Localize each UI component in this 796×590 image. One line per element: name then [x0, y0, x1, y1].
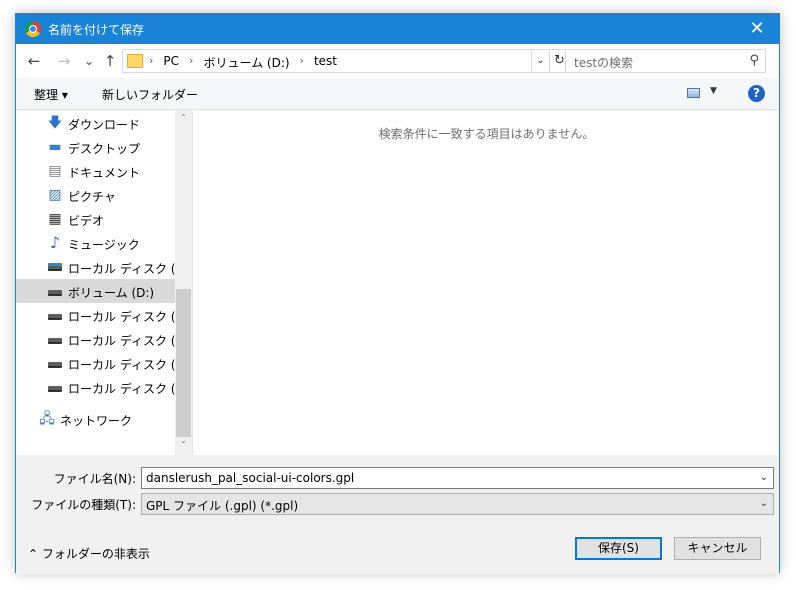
scroll-thumb[interactable]: [176, 289, 191, 437]
sidebar-item-drive-e[interactable]: ローカル ディスク (E:): [16, 303, 192, 327]
filetype-select[interactable]: GPL ファイル (.gpl) (*.gpl) ⌄: [141, 493, 774, 515]
breadcrumb-volume-d[interactable]: ボリューム (D:): [203, 54, 289, 71]
filetype-value: GPL ファイル (.gpl) (*.gpl): [146, 499, 299, 513]
close-button[interactable]: ✕: [735, 14, 779, 44]
drive-icon: [47, 356, 63, 370]
breadcrumb-separator-icon: ›: [149, 54, 154, 67]
sidebar-item-label: ローカル ディスク (H:): [68, 382, 192, 396]
drive-icon: [47, 332, 63, 346]
sidebar-item-downloads[interactable]: 🡇 ダウンロード: [16, 111, 176, 135]
video-icon: ▦: [48, 211, 62, 227]
desktop-icon: ▬: [48, 139, 62, 155]
chrome-icon: [25, 21, 41, 37]
command-toolbar: 整理 ▾ 新しいフォルダー ▼ ?: [16, 78, 779, 110]
document-icon: ▤: [48, 163, 62, 179]
pictures-icon: ▨: [48, 187, 62, 203]
sidebar-item-label: ダウンロード: [68, 118, 141, 132]
drive-icon: [47, 308, 63, 322]
save-button[interactable]: 保存(S): [575, 537, 662, 560]
chevron-down-icon[interactable]: ⌄: [760, 498, 768, 509]
search-input[interactable]: testの検索 ⚲: [565, 49, 766, 73]
drive-icon: [47, 380, 63, 394]
sidebar-item-label: ピクチャ: [68, 190, 116, 204]
view-options-icon[interactable]: [687, 88, 700, 98]
sidebar-item-desktop[interactable]: ▬ デスクトップ: [16, 135, 176, 159]
drive-icon: [47, 284, 63, 298]
search-icon[interactable]: ⚲: [749, 53, 759, 68]
windows-drive-icon: [47, 260, 63, 274]
sidebar-item-documents[interactable]: ▤ ドキュメント: [16, 159, 176, 183]
sidebar-item-label: ビデオ: [68, 214, 105, 228]
breadcrumb-test[interactable]: test: [314, 54, 337, 71]
sidebar-item-label: ドキュメント: [68, 166, 141, 180]
sidebar-item-label: デスクトップ: [68, 142, 141, 156]
sidebar-item-network[interactable]: 🖧 ネットワーク: [16, 407, 176, 431]
sidebar-item-label: ローカル ディスク (C:): [68, 262, 192, 276]
breadcrumb-pc[interactable]: PC: [163, 54, 179, 71]
file-list[interactable]: 検索条件に一致する項目はありません。: [192, 111, 779, 455]
filename-value: danslerush_pal_social-ui-colors.gpl: [146, 471, 355, 485]
sidebar-item-drive-d[interactable]: ボリューム (D:): [16, 279, 176, 303]
sidebar-item-label: ローカル ディスク (F:): [68, 334, 191, 348]
sidebar-item-drive-h[interactable]: ローカル ディスク (H:): [16, 375, 192, 399]
save-options-panel: ファイル名(N): danslerush_pal_social-ui-color…: [16, 455, 779, 574]
window-title: 名前を付けて保存: [48, 23, 145, 37]
filename-field[interactable]: danslerush_pal_social-ui-colors.gpl ⌄: [141, 467, 774, 489]
chevron-down-icon[interactable]: ⌄: [760, 472, 768, 483]
sidebar-item-drive-c[interactable]: ローカル ディスク (C:): [16, 255, 192, 279]
back-arrow-icon[interactable]: ←: [24, 52, 44, 70]
save-dialog: 名前を付けて保存 ✕ ← → ⌄ ↑ › PC › ボリューム (D:) › t…: [15, 13, 780, 574]
sidebar-item-label: ローカル ディスク (E:): [68, 310, 192, 324]
hide-folders-toggle[interactable]: ⌃ フォルダーの非表示: [28, 545, 150, 562]
organize-button[interactable]: 整理 ▾: [34, 86, 68, 103]
sidebar-item-drive-f[interactable]: ローカル ディスク (F:): [16, 327, 190, 351]
network-icon: 🖧: [39, 411, 55, 427]
download-icon: 🡇: [47, 115, 63, 131]
search-placeholder: testの検索: [574, 56, 634, 70]
empty-results-message: 検索条件に一致する項目はありません。: [378, 127, 595, 141]
breadcrumb-separator-icon: ›: [299, 54, 304, 67]
sidebar-item-music[interactable]: ♪ ミュージック: [16, 231, 176, 255]
filename-label: ファイル名(N):: [53, 472, 136, 486]
new-folder-button[interactable]: 新しいフォルダー: [102, 86, 198, 103]
title-bar: 名前を付けて保存 ✕: [16, 14, 779, 44]
sidebar-item-drive-g[interactable]: ローカル ディスク (G:): [16, 351, 192, 375]
sidebar-item-label: ローカル ディスク (G:): [68, 358, 192, 372]
up-arrow-icon[interactable]: ↑: [100, 52, 120, 70]
sidebar-item-videos[interactable]: ▦ ビデオ: [16, 207, 176, 231]
address-bar[interactable]: › PC › ボリューム (D:) › test: [122, 49, 532, 73]
sidebar-item-label: ボリューム (D:): [68, 286, 155, 300]
filetype-label: ファイルの種類(T):: [31, 498, 136, 512]
sidebar-item-label: ミュージック: [68, 238, 140, 252]
music-icon: ♪: [49, 233, 61, 252]
cancel-button[interactable]: キャンセル: [674, 537, 761, 560]
breadcrumb-separator-icon: ›: [189, 54, 194, 67]
breadcrumb: › PC › ボリューム (D:) › test: [149, 54, 337, 71]
recent-locations-chevron-icon[interactable]: ⌄: [79, 52, 99, 70]
help-icon[interactable]: ?: [748, 85, 765, 102]
navigation-pane: 🡇 ダウンロード ▬ デスクトップ ▤ ドキュメント ▨ ピクチャ ▦ ビデオ …: [16, 111, 192, 455]
sidebar-item-pictures[interactable]: ▨ ピクチャ: [16, 183, 176, 207]
folder-icon: [127, 54, 143, 68]
navigation-bar: ← → ⌄ ↑ › PC › ボリューム (D:) › test ⌄ ↻ tes…: [16, 44, 779, 78]
forward-arrow-icon[interactable]: →: [54, 52, 74, 70]
scroll-up-icon[interactable]: ˆ: [175, 111, 192, 128]
view-dropdown-arrow-icon[interactable]: ▼: [710, 86, 717, 96]
address-dropdown-chevron-icon[interactable]: ⌄: [532, 49, 550, 73]
scroll-down-icon[interactable]: ˇ: [175, 438, 192, 455]
navigation-scrollbar[interactable]: ˆ ˇ: [175, 111, 192, 455]
sidebar-item-label: ネットワーク: [60, 414, 133, 428]
